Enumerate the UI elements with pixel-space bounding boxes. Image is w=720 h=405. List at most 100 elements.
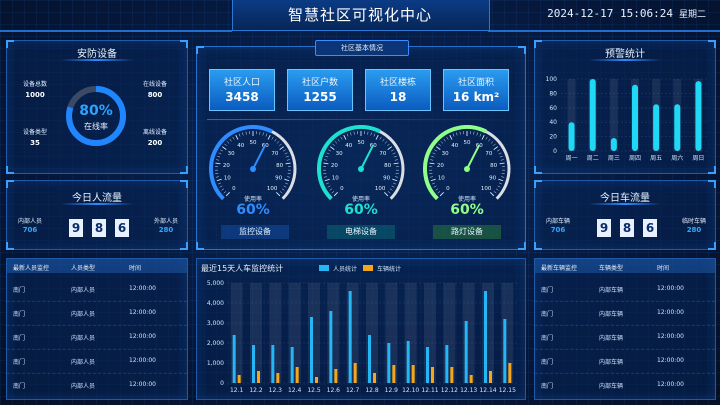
- table-row[interactable]: 南门 内部车辆 12:00:00: [535, 325, 715, 350]
- gauge-2-sub: 使用率: [351, 196, 370, 203]
- datetime-text: 2024-12-17 15:06:24: [547, 7, 673, 20]
- streetlight-devices-button[interactable]: 路灯设备: [433, 225, 501, 239]
- bar-background: [288, 283, 301, 383]
- alert-bar: [695, 81, 702, 151]
- x-tick-label: 12.6: [327, 387, 341, 394]
- bar-vehicles: [508, 363, 512, 383]
- people-table-header: 最新人员监控 人员类型 时间: [7, 259, 187, 273]
- people-col-type: 人员类型: [71, 265, 96, 272]
- gauge-tick: [226, 141, 230, 144]
- cell-location: 南门: [13, 335, 26, 342]
- table-row[interactable]: 南门 内部人员 12:00:00: [7, 325, 187, 350]
- bar-background: [424, 283, 436, 383]
- stat-card-households: 社区户数 1255: [287, 69, 353, 111]
- vehicle-col-type: 车辆类型: [599, 265, 624, 272]
- table-row[interactable]: 南门 内部车辆 12:00:00: [535, 277, 715, 302]
- gauge-tick: [346, 133, 349, 137]
- bar-vehicles: [257, 371, 260, 383]
- gauge-tick-label: 0: [446, 186, 450, 192]
- gauge-tick: [456, 132, 458, 136]
- y-tick-label: 0: [553, 148, 557, 155]
- cell-type: 内部人员: [71, 311, 96, 318]
- table-row[interactable]: 南门 内部人员 12:00:00: [7, 301, 187, 326]
- gauge-tick: [437, 191, 441, 194]
- bar-background: [230, 283, 243, 383]
- bar-vehicles: [353, 363, 357, 383]
- table-row[interactable]: 南门 内部人员 12:00:00: [7, 277, 187, 302]
- cell-time: 12:00:00: [129, 357, 156, 364]
- cell-location: 南门: [541, 383, 554, 390]
- x-tick-label: 周五: [650, 155, 662, 162]
- gauge-tick: [340, 136, 343, 140]
- gauge-tick: [435, 146, 441, 150]
- gauge-tick: [387, 143, 390, 147]
- people-monitor-table: 最新人员监控 人员类型 时间 南门 内部人员 12:00:00 南门 内部人员 12:0…: [6, 258, 188, 400]
- elevator-devices-button[interactable]: 电梯设备: [327, 225, 395, 239]
- gauge-tick: [384, 141, 388, 144]
- gauge-tick: [497, 185, 501, 188]
- cell-time: 12:00:00: [657, 309, 684, 316]
- stat-card-buildings: 社区楼栋 18: [365, 69, 431, 111]
- monitor-devices-button[interactable]: 监控设备: [221, 225, 289, 239]
- y-tick-label: 100: [546, 76, 558, 83]
- bar-vehicles: [334, 369, 338, 383]
- gauge-tick: [271, 136, 274, 140]
- y-tick-label: 5,000: [207, 280, 224, 287]
- table-row[interactable]: 南门 内部车辆 12:00:00: [535, 373, 715, 397]
- gauge-tick: [367, 131, 369, 135]
- gauge-tick: [493, 146, 499, 150]
- vehicle-digit-1: 9: [597, 219, 611, 237]
- gauge-tick: [501, 176, 505, 178]
- traffic-chart-panel: 最近15天人车监控统计 人员统计 车辆统计 0 1,000 2,000 3,000 4,…: [196, 258, 526, 400]
- people-col-location: 最新人员监控: [13, 265, 50, 272]
- external-people-value: 280: [158, 226, 174, 234]
- gauge-tick: [262, 132, 264, 136]
- people-digit-3: 6: [115, 219, 129, 237]
- online-label: 在线设备: [142, 81, 167, 88]
- gauge-tick: [235, 134, 239, 140]
- x-tick-label: 12.9: [385, 387, 399, 394]
- gauge-tick: [434, 149, 438, 152]
- gauge-tick: [438, 143, 441, 147]
- gauge-tick: [274, 138, 277, 142]
- gauge-tick: [500, 159, 504, 161]
- internal-people-value: 706: [22, 226, 38, 234]
- type-value: 35: [30, 139, 40, 147]
- stat-label: 社区人口: [223, 78, 260, 88]
- table-row[interactable]: 南门 内部人员 12:00:00: [7, 349, 187, 374]
- cell-location: 南门: [541, 359, 554, 366]
- gauge-tick: [224, 143, 227, 147]
- bar-vehicles: [237, 375, 241, 383]
- table-row[interactable]: 南门 内部车辆 12:00:00: [535, 301, 715, 326]
- x-tick-label: 12.12: [441, 387, 458, 394]
- total-label: 设备总数: [22, 81, 47, 88]
- cell-location: 南门: [541, 287, 554, 294]
- gauge-tick: [218, 152, 222, 155]
- gauge-tick-label: 30: [228, 151, 235, 157]
- gauge-tick: [473, 131, 475, 135]
- gauge-tick: [440, 141, 444, 144]
- table-row[interactable]: 南门 内部人员 12:00:00: [7, 373, 187, 397]
- gauge-tick-label: 90: [383, 175, 390, 181]
- x-tick-label: 12.15: [499, 387, 516, 394]
- gauge-value-arc: [209, 125, 273, 201]
- gauge-tick-label: 30: [442, 151, 449, 157]
- gauge-tick: [387, 191, 391, 194]
- bar-people: [464, 321, 468, 383]
- total-value: 1000: [25, 91, 45, 99]
- gauge-value-arc: [317, 125, 381, 201]
- gauge-tick: [350, 132, 352, 136]
- gauge-tick: [325, 155, 329, 158]
- gauge-value-arc: [423, 125, 487, 201]
- page-title: 智慧社区可视化中心: [287, 6, 432, 24]
- stat-value: 1255: [303, 90, 337, 104]
- gauge-tick-label: 50: [358, 140, 365, 146]
- gauge-tick: [220, 149, 224, 152]
- gauge-tick-label: 80: [384, 163, 391, 169]
- gauge-tick: [287, 176, 291, 178]
- gauge-needle: [466, 144, 480, 170]
- gauge-tick-label: 90: [275, 175, 282, 181]
- table-row[interactable]: 南门 内部车辆 12:00:00: [535, 349, 715, 374]
- gauge-tick: [375, 134, 379, 140]
- gauge-needle: [360, 144, 374, 170]
